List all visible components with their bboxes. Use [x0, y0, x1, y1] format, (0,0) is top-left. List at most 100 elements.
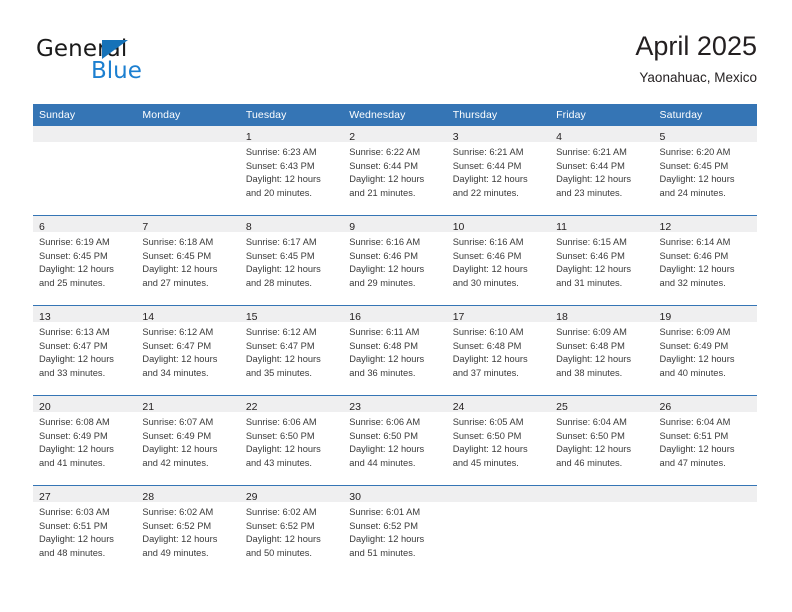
weekday-header-wednesday: Wednesday [343, 104, 447, 126]
sunrise-text: Sunrise: 6:04 AM [556, 417, 627, 427]
day-cell-inner: 29 Sunrise: 6:02 AM Sunset: 6:52 PM Dayligh… [239, 486, 344, 575]
daylight-text-line1: Daylight: 12 hours [452, 174, 528, 185]
calendar-day-cell[interactable]: 17 Sunrise: 6:10 AM Sunset: 6:48 PM Dayligh… [446, 305, 551, 396]
daylight-text-line1: Daylight: 12 hours [556, 444, 632, 455]
calendar-header-row: Sunday Monday Tuesday Wednesday Thursday Frid… [33, 104, 757, 126]
calendar-day-cell[interactable]: 14 Sunrise: 6:12 AM Sunset: 6:47 PM Dayligh… [136, 305, 240, 396]
calendar-day-cell[interactable]: 26 Sunrise: 6:04 AM Sunset: 6:51 PM Dayligh… [653, 395, 757, 486]
day-detail-lines: Sunrise: 6:09 AM Sunset: 6:49 PM Daylight:… [654, 322, 757, 380]
daylight-text-line2: and 22 minutes. [452, 187, 519, 198]
calendar-page: General Blue April 2025 Yaonahuac, Mexic… [0, 0, 792, 612]
calendar-day-cell[interactable]: 21 Sunrise: 6:07 AM Sunset: 6:49 PM Dayligh… [136, 395, 240, 486]
calendar-day-cell[interactable]: 18 Sunrise: 6:09 AM Sunset: 6:48 PM Dayligh… [550, 305, 654, 396]
daylight-text-line2: and 47 minutes. [659, 457, 726, 468]
sunset-text: Sunset: 6:47 PM [39, 340, 108, 351]
calendar-day-cell[interactable]: 15 Sunrise: 6:12 AM Sunset: 6:47 PM Dayligh… [239, 305, 344, 396]
calendar-day-cell[interactable]: 7 Sunrise: 6:18 AM Sunset: 6:45 PM Daylight… [136, 215, 240, 306]
calendar-day-cell[interactable]: 2 Sunrise: 6:22 AM Sunset: 6:44 PM Daylight… [343, 126, 447, 216]
day-detail-lines: Sunrise: 6:02 AM Sunset: 6:52 PM Daylight:… [136, 502, 239, 560]
calendar-day-cell[interactable]: 6 Sunrise: 6:19 AM Sunset: 6:45 PM Daylight… [33, 215, 137, 306]
calendar-day-cell[interactable]: 30 Sunrise: 6:01 AM Sunset: 6:52 PM Dayligh… [343, 485, 447, 575]
sunset-text: Sunset: 6:46 PM [349, 250, 418, 261]
calendar-day-cell[interactable]: 25 Sunrise: 6:04 AM Sunset: 6:50 PM Dayligh… [550, 395, 654, 486]
day-detail-lines: Sunrise: 6:19 AM Sunset: 6:45 PM Daylight:… [33, 232, 136, 290]
day-cell-inner: 12 Sunrise: 6:14 AM Sunset: 6:46 PM Dayligh… [653, 216, 757, 305]
calendar-day-cell[interactable]: 28 Sunrise: 6:02 AM Sunset: 6:52 PM Dayligh… [136, 485, 240, 575]
daylight-text-line1: Daylight: 12 hours [142, 534, 218, 545]
calendar-day-cell[interactable]: 27 Sunrise: 6:03 AM Sunset: 6:51 PM Dayligh… [33, 485, 137, 575]
day-detail-lines [136, 142, 239, 146]
day-number-band: 3 [446, 126, 551, 143]
daylight-text-line1: Daylight: 12 hours [39, 534, 114, 545]
day-number-band [550, 486, 654, 502]
calendar-day-cell[interactable]: 12 Sunrise: 6:14 AM Sunset: 6:46 PM Dayligh… [653, 215, 757, 306]
daylight-text-line2: and 29 minutes. [349, 277, 416, 288]
day-number: 27 [39, 491, 51, 503]
day-number: 6 [39, 221, 45, 233]
day-cell-inner: 9 Sunrise: 6:16 AM Sunset: 6:46 PM Daylight… [343, 216, 447, 305]
daylight-text-line1: Daylight: 12 hours [659, 174, 735, 185]
day-cell-inner: 30 Sunrise: 6:01 AM Sunset: 6:52 PM Dayligh… [343, 486, 447, 575]
calendar-week-row: 6 Sunrise: 6:19 AM Sunset: 6:45 PM Daylight… [33, 215, 757, 306]
day-number: 22 [245, 401, 258, 413]
day-detail-lines: Sunrise: 6:17 AM Sunset: 6:45 PM Daylight:… [240, 232, 343, 290]
calendar-day-cell[interactable]: 9 Sunrise: 6:16 AM Sunset: 6:46 PM Daylight… [343, 215, 447, 306]
sunset-text: Sunset: 6:50 PM [452, 430, 522, 441]
calendar-day-cell[interactable]: 4 Sunrise: 6:21 AM Sunset: 6:44 PM Daylight… [550, 126, 654, 216]
day-number-band: 20 [33, 396, 137, 413]
calendar-day-cell[interactable]: 23 Sunrise: 6:06 AM Sunset: 6:50 PM Dayligh… [343, 395, 447, 486]
day-number: 19 [659, 311, 672, 323]
calendar-day-cell[interactable]: 10 Sunrise: 6:16 AM Sunset: 6:46 PM Dayligh… [446, 215, 551, 306]
calendar-day-cell[interactable]: 19 Sunrise: 6:09 AM Sunset: 6:49 PM Dayligh… [653, 305, 757, 396]
calendar-day-cell[interactable]: 22 Sunrise: 6:06 AM Sunset: 6:50 PM Dayligh… [239, 395, 344, 486]
day-number: 18 [556, 311, 568, 323]
day-detail-lines: Sunrise: 6:21 AM Sunset: 6:44 PM Daylight:… [447, 142, 550, 200]
day-cell-inner: 7 Sunrise: 6:18 AM Sunset: 6:45 PM Daylight… [136, 216, 240, 305]
calendar-day-cell[interactable]: 16 Sunrise: 6:11 AM Sunset: 6:48 PM Dayligh… [343, 305, 447, 396]
sunrise-text: Sunrise: 6:20 AM [659, 147, 731, 157]
day-cell-inner: 8 Sunrise: 6:17 AM Sunset: 6:45 PM Daylight… [239, 216, 344, 305]
day-cell-inner: 10 Sunrise: 6:16 AM Sunset: 6:46 PM Dayligh… [446, 216, 551, 305]
calendar-day-cell[interactable]: 3 Sunrise: 6:21 AM Sunset: 6:44 PM Daylight… [446, 126, 551, 216]
calendar-day-cell[interactable]: 1 Sunrise: 6:23 AM Sunset: 6:43 PM Daylight… [239, 126, 344, 216]
sunrise-text: Sunrise: 6:23 AM [245, 147, 317, 157]
calendar-day-cell[interactable]: 20 Sunrise: 6:08 AM Sunset: 6:49 PM Dayligh… [33, 395, 137, 486]
daylight-text-line1: Daylight: 12 hours [142, 444, 218, 455]
daylight-text-line1: Daylight: 12 hours [452, 264, 528, 275]
daylight-text-line2: and 43 minutes. [245, 457, 312, 468]
day-number-band [446, 486, 551, 502]
weekday-header-friday: Friday [550, 104, 654, 126]
calendar-day-cell[interactable]: 29 Sunrise: 6:02 AM Sunset: 6:52 PM Dayligh… [239, 485, 344, 575]
day-number: 30 [349, 491, 361, 503]
calendar-week-row: 13 Sunrise: 6:13 AM Sunset: 6:47 PM Dayligh… [33, 305, 757, 396]
sunset-text: Sunset: 6:49 PM [659, 340, 729, 351]
day-cell-inner: 3 Sunrise: 6:21 AM Sunset: 6:44 PM Daylight… [446, 126, 551, 215]
sunset-text: Sunset: 6:44 PM [452, 160, 522, 171]
day-number-band: 26 [653, 396, 757, 413]
calendar-body: 1 Sunrise: 6:23 AM Sunset: 6:43 PM Daylight… [33, 126, 757, 575]
weekday-header-thursday: Thursday [446, 104, 551, 126]
day-cell-inner: 28 Sunrise: 6:02 AM Sunset: 6:52 PM Dayligh… [136, 486, 240, 575]
day-number-band [136, 126, 240, 142]
sunrise-text: Sunrise: 6:06 AM [349, 417, 421, 427]
day-number: 17 [452, 311, 465, 323]
day-detail-lines: Sunrise: 6:01 AM Sunset: 6:52 PM Daylight:… [343, 502, 446, 560]
calendar-day-cell[interactable]: 5 Sunrise: 6:20 AM Sunset: 6:45 PM Daylight… [653, 126, 757, 216]
day-cell-inner: 18 Sunrise: 6:09 AM Sunset: 6:48 PM Dayligh… [550, 306, 654, 395]
day-cell-inner: 21 Sunrise: 6:07 AM Sunset: 6:49 PM Dayligh… [136, 396, 240, 485]
calendar-day-cell[interactable]: 11 Sunrise: 6:15 AM Sunset: 6:46 PM Dayligh… [550, 215, 654, 306]
day-number-band: 2 [343, 126, 447, 143]
day-detail-lines: Sunrise: 6:03 AM Sunset: 6:51 PM Daylight:… [33, 502, 136, 560]
day-number: 8 [245, 221, 252, 233]
daylight-text-line2: and 28 minutes. [245, 277, 312, 288]
day-detail-lines: Sunrise: 6:18 AM Sunset: 6:45 PM Daylight:… [136, 232, 239, 290]
calendar-day-cell[interactable]: 13 Sunrise: 6:13 AM Sunset: 6:47 PM Dayligh… [33, 305, 137, 396]
calendar-day-cell[interactable]: 24 Sunrise: 6:05 AM Sunset: 6:50 PM Dayligh… [446, 395, 551, 486]
sunset-text: Sunset: 6:48 PM [556, 340, 625, 351]
day-number-band: 24 [446, 396, 551, 413]
day-number-band: 5 [653, 126, 757, 143]
calendar-day-cell[interactable]: 8 Sunrise: 6:17 AM Sunset: 6:45 PM Daylight… [239, 215, 344, 306]
day-cell-inner: 1 Sunrise: 6:23 AM Sunset: 6:43 PM Daylight… [239, 126, 344, 215]
day-cell-inner: 25 Sunrise: 6:04 AM Sunset: 6:50 PM Dayligh… [550, 396, 654, 485]
calendar-empty-cell [136, 126, 240, 216]
